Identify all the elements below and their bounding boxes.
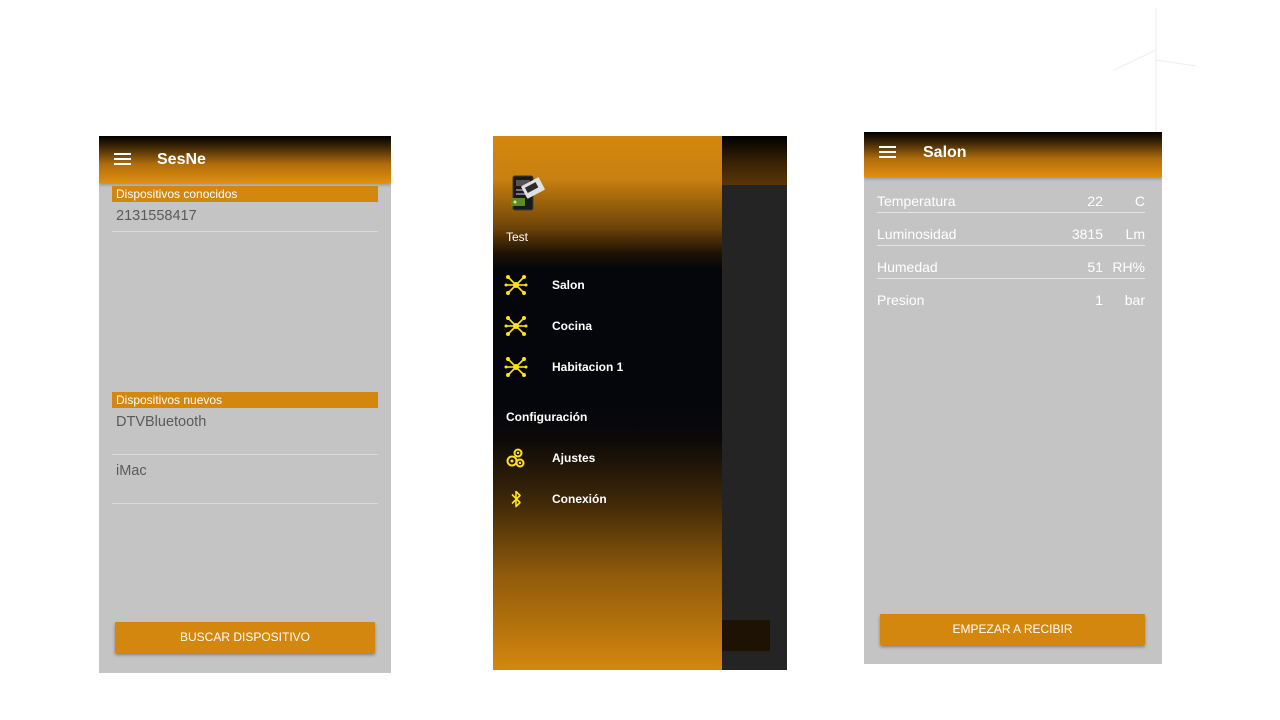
sensor-value: 1 [1095, 292, 1103, 308]
app-title: SesNe [157, 151, 206, 168]
gears-icon [506, 448, 525, 468]
hub-icon [504, 275, 528, 295]
drawer-item-cocina[interactable]: Cocina [493, 314, 722, 340]
new-device-item[interactable]: DTVBluetooth [112, 414, 378, 455]
drawer-item-salon[interactable]: Salon [493, 273, 722, 299]
sensor-unit: RH% [1112, 259, 1145, 275]
devices-screen: SesNe Dispositivos conocidos 2131558417 … [99, 136, 391, 673]
sensor-name: Presion [877, 292, 925, 308]
drawer-item-ajustes[interactable]: Ajustes [493, 446, 722, 472]
navigation-drawer: Test Salon Cocina Habitacion 1 Configura… [493, 136, 722, 670]
decorative-lines [1113, 8, 1197, 132]
bluetooth-icon [511, 490, 521, 508]
drawer-item-conexion[interactable]: Conexión [493, 487, 722, 513]
hub-icon [504, 357, 528, 377]
device-logo-icon [511, 175, 545, 211]
app-title: Salon [923, 144, 967, 161]
menu-icon[interactable] [879, 146, 896, 158]
drawer-item-label: Ajustes [552, 451, 596, 465]
menu-icon[interactable] [114, 153, 131, 165]
app-bar: Salon [864, 132, 1162, 177]
sensor-row-presion: Presion 1 bar [877, 291, 1145, 311]
drawer-user-name: Test [506, 230, 529, 244]
sensor-value: 22 [1087, 193, 1103, 209]
sensor-name: Humedad [877, 259, 938, 275]
sensor-name: Temperatura [877, 193, 956, 209]
drawer-item-label: Salon [552, 278, 585, 292]
start-receiving-button[interactable]: EMPEZAR A RECIBIR [880, 614, 1145, 645]
drawer-item-label: Conexión [552, 492, 607, 506]
new-device-item[interactable]: iMac [112, 463, 378, 504]
sensor-unit: C [1134, 193, 1145, 209]
sensor-row-luminosidad: Luminosidad 3815 Lm [877, 225, 1145, 246]
sensor-unit: Lm [1125, 226, 1145, 242]
drawer-screen: Test Salon Cocina Habitacion 1 Configura… [493, 136, 787, 670]
sensor-name: Luminosidad [877, 226, 957, 242]
sensor-value: 3815 [1071, 226, 1103, 242]
hub-icon [504, 316, 528, 336]
sensor-row-humedad: Humedad 51 RH% [877, 258, 1145, 279]
sensor-value: 51 [1087, 259, 1103, 275]
drawer-item-label: Habitacion 1 [552, 360, 624, 374]
sensor-row-temperatura: Temperatura 22 C [877, 192, 1145, 213]
config-section-title: Configuración [506, 410, 588, 424]
drawer-item-label: Cocina [552, 319, 593, 333]
drawer-item-habitacion-1[interactable]: Habitacion 1 [493, 355, 722, 381]
new-devices-header: Dispositivos nuevos [112, 392, 378, 408]
sensor-unit: bar [1124, 292, 1145, 308]
known-devices-header: Dispositivos conocidos [112, 186, 378, 202]
search-device-button[interactable]: BUSCAR DISPOSITIVO [115, 622, 375, 653]
app-bar: SesNe [99, 136, 391, 183]
known-device-item[interactable]: 2131558417 [112, 208, 378, 232]
room-screen: Salon Temperatura 22 C Luminosidad 3815 … [864, 132, 1162, 664]
